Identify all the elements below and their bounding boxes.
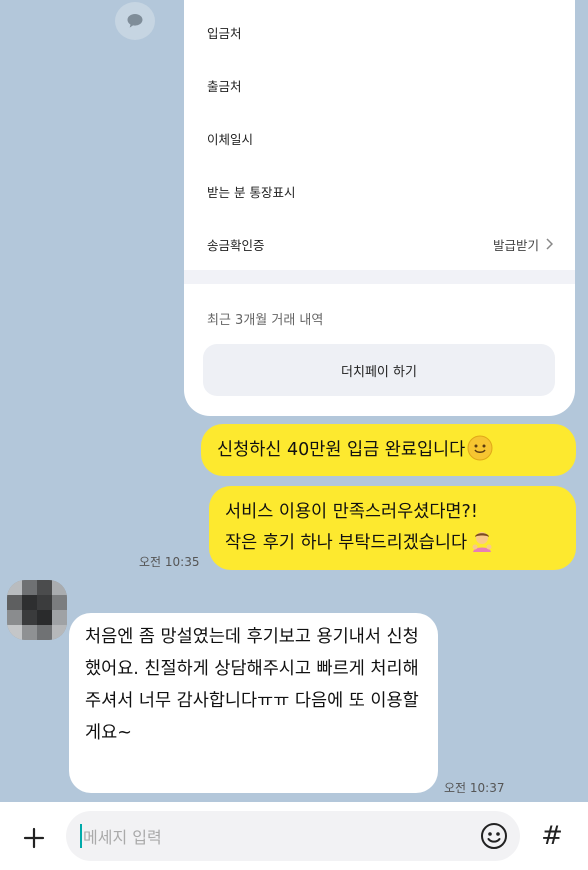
card-row-deposit: 입금처 [207, 20, 553, 44]
card-row-label: 출금처 [207, 78, 242, 94]
card-row-withdraw: 출금처 [207, 73, 553, 97]
received-timestamp: 오전 10:37 [444, 781, 505, 795]
message-text: 처음엔 좀 망설였는데 후기보고 용기내서 신청했어요. 친절하게 상담해주시고… [85, 627, 419, 743]
message-input-placeholder: 메세지 입력 [83, 828, 162, 847]
dutch-pay-button[interactable]: 더치페이 하기 [203, 344, 555, 396]
card-row-transfer-time: 이체일시 [207, 126, 553, 150]
certificate-link[interactable]: 발급받기 [493, 235, 553, 254]
hashtag-icon[interactable]: # [532, 816, 572, 856]
message-text: 신청하신 40만원 입금 완료입니다 [217, 440, 466, 460]
card-row-label: 입금처 [207, 25, 242, 41]
sent-timestamp: 오전 10:35 [139, 555, 200, 569]
emoji-icon[interactable] [480, 822, 508, 850]
card-divider [184, 270, 575, 284]
sent-message-1[interactable]: 신청하신 40만원 입금 완료입니다 [201, 424, 576, 476]
bowing-person-emoji-icon [472, 532, 492, 552]
sent-message-2[interactable]: 서비스 이용이 만족스러우셨다면?! 작은 후기 하나 부탁드리겠습니다 [209, 486, 576, 570]
avatar[interactable] [7, 580, 67, 640]
smiling-face-emoji-icon [467, 435, 493, 461]
chat-bubble-icon[interactable] [115, 2, 155, 40]
recent-transactions-label[interactable]: 최근 3개월 거래 내역 [207, 309, 323, 328]
text-caret [80, 824, 82, 848]
card-row-label: 송금확인증 [207, 237, 265, 253]
message-input-bar: 메세지 입력 # [0, 802, 588, 870]
message-text-line2: 작은 후기 하나 부탁드리겠습니다 [225, 533, 468, 553]
plus-icon[interactable] [14, 818, 54, 858]
transfer-receipt-card: 입금처 출금처 이체일시 받는 분 통장표시 송금확인증 발급받기 최근 3개월… [184, 0, 575, 416]
card-row-label: 이체일시 [207, 131, 254, 147]
received-message[interactable]: 처음엔 좀 망설였는데 후기보고 용기내서 신청했어요. 친절하게 상담해주시고… [69, 613, 438, 793]
card-row-certificate[interactable]: 송금확인증 발급받기 [207, 232, 553, 256]
card-row-recipient-display: 받는 분 통장표시 [207, 179, 553, 203]
certificate-link-label: 발급받기 [492, 237, 539, 253]
message-input[interactable]: 메세지 입력 [66, 811, 520, 861]
card-row-label: 받는 분 통장표시 [207, 184, 296, 200]
chevron-right-icon [546, 238, 553, 250]
message-text-line1: 서비스 이용이 만족스러우셨다면?! [225, 502, 478, 522]
